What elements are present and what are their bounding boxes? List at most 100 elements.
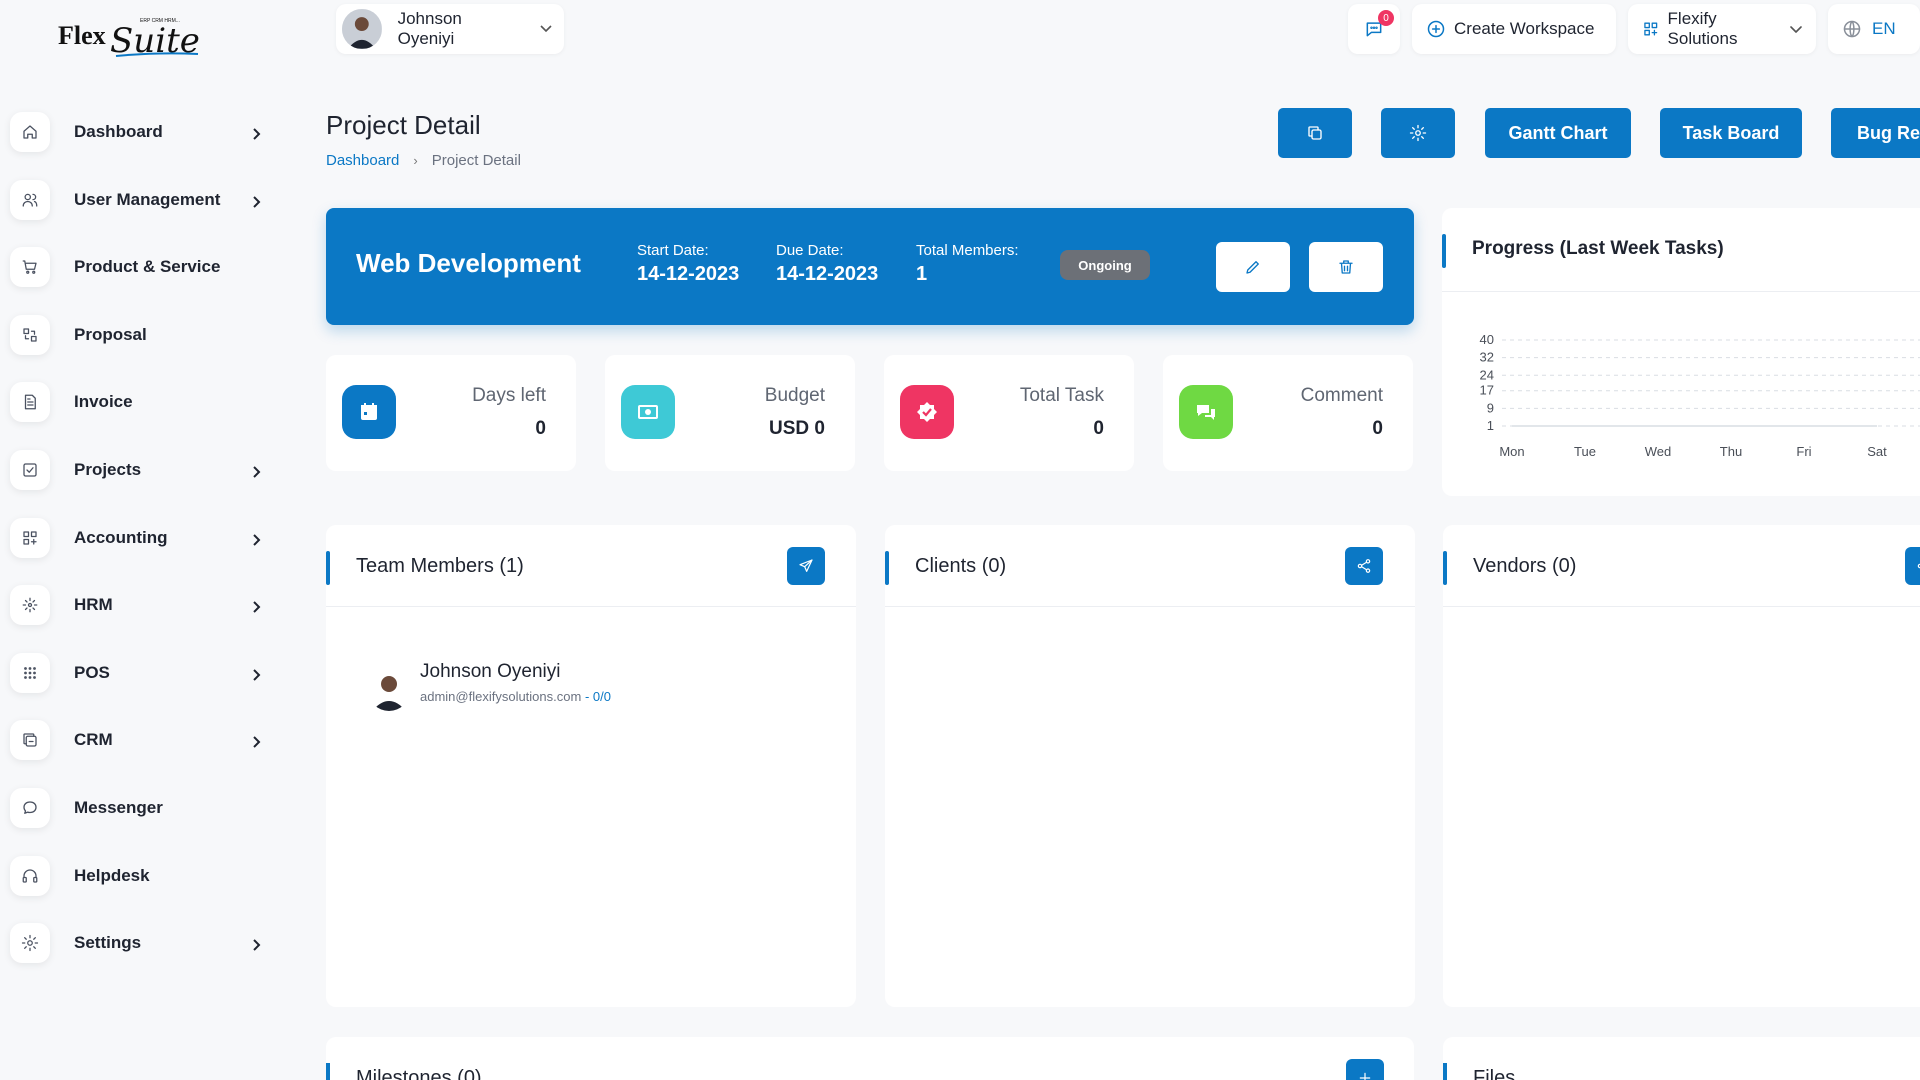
- sidebar-item-proposal[interactable]: Proposal: [10, 311, 270, 359]
- svg-text:ERP CRM HRM...: ERP CRM HRM...: [140, 18, 180, 24]
- cart-icon: [10, 247, 50, 288]
- project-name: Web Development: [356, 248, 581, 278]
- copy-project-button[interactable]: [1278, 108, 1352, 158]
- due-date-label: Due Date:: [776, 242, 844, 259]
- x-tick-label: Fri: [1796, 444, 1811, 459]
- team-members-card: Team Members (1) Johnson Oyeniyi admin@f…: [326, 525, 856, 1007]
- chevron-right-icon: [252, 938, 262, 951]
- chevron-right-icon: [252, 195, 262, 208]
- y-tick-label: 1: [1487, 418, 1494, 433]
- files-title: Files: [1473, 1067, 1516, 1080]
- add-milestone-button[interactable]: [1346, 1059, 1384, 1080]
- total-task-card: Total Task 0: [884, 355, 1134, 471]
- chevron-right-icon: [252, 600, 262, 613]
- member-separator: -: [581, 689, 593, 704]
- plus-circle-icon: [1427, 20, 1445, 38]
- y-tick-label: 24: [1480, 367, 1494, 382]
- y-tick-label: 9: [1487, 400, 1494, 415]
- start-date-value: 14-12-2023: [637, 263, 740, 285]
- copy-icon: [1308, 126, 1322, 140]
- apps-icon: [1644, 22, 1658, 36]
- project-settings-button[interactable]: [1381, 108, 1455, 158]
- sidebar-item-projects[interactable]: Projects: [10, 446, 270, 494]
- stat-value: 0: [1093, 418, 1104, 439]
- share-vendors-button[interactable]: [1905, 547, 1920, 585]
- member-email: admin@flexifysolutions.com: [420, 689, 582, 704]
- x-tick-label: Tue: [1574, 444, 1596, 459]
- sidebar-item-user-management[interactable]: User Management: [10, 176, 270, 224]
- milestones-title: Milestones (0): [356, 1067, 482, 1080]
- member-name: Johnson Oyeniyi: [420, 661, 561, 682]
- chevron-right-icon: [252, 735, 262, 749]
- stat-value: 0: [1372, 418, 1383, 439]
- delete-project-button[interactable]: [1309, 242, 1383, 292]
- breadcrumb-current: Project Detail: [431, 152, 521, 169]
- chevron-down-icon: [540, 20, 552, 38]
- chevron-down-icon: [1790, 19, 1802, 39]
- sidebar-item-helpdesk[interactable]: Helpdesk: [10, 852, 270, 900]
- chevron-right-icon: [252, 533, 262, 546]
- send-icon: [799, 559, 813, 572]
- task-board-button[interactable]: Task Board: [1660, 108, 1802, 158]
- invoice-icon: [10, 382, 50, 423]
- progress-card: Progress (Last Week Tasks) 40 32 24 17 9 1 Mon…: [1442, 208, 1920, 496]
- progress-line-chart: 40 32 2417 9 1 Mon Tue Wed Thu Fri Sat: [1480, 332, 1920, 459]
- create-workspace-button[interactable]: Create Workspace: [1412, 4, 1616, 54]
- due-date-value: 14-12-2023: [776, 263, 879, 285]
- calendar-icon: [342, 385, 396, 439]
- clients-card: Clients (0): [885, 525, 1415, 1007]
- pencil-icon: [1246, 261, 1259, 274]
- milestones-card: Milestones (0): [326, 1037, 1414, 1080]
- create-workspace-label: Create Workspace: [1454, 19, 1595, 38]
- invite-member-button[interactable]: [787, 547, 825, 585]
- check-icon: [900, 385, 954, 439]
- sidebar-item-crm[interactable]: CRM: [10, 716, 270, 764]
- workspace-selector[interactable]: Flexify Solutions: [1628, 4, 1816, 54]
- avatar: [342, 9, 382, 49]
- x-tick-label: Sat: [1867, 444, 1887, 459]
- stat-value: USD 0: [769, 418, 825, 439]
- breadcrumb: Dashboard › Project Detail: [326, 152, 521, 169]
- budget-card: Budget USD 0: [605, 355, 855, 471]
- sidebar-item-label: Product & Service: [74, 257, 221, 277]
- money-icon: [621, 385, 675, 439]
- messages-button[interactable]: 0: [1348, 4, 1400, 54]
- sidebar-item-label: HRM: [74, 595, 113, 615]
- sidebar-item-pos[interactable]: POS: [10, 649, 270, 697]
- user-menu[interactable]: Johnson Oyeniyi: [336, 4, 564, 54]
- y-tick-label: 40: [1480, 332, 1494, 347]
- checkbox-icon: [10, 450, 50, 490]
- proposal-icon: [10, 314, 50, 355]
- list-item: Johnson Oyeniyi admin@flexifysolutions.c…: [368, 661, 611, 711]
- sidebar-item-hrm[interactable]: HRM: [10, 581, 270, 629]
- stat-label: Total Task: [1019, 385, 1104, 406]
- edit-project-button[interactable]: [1216, 242, 1290, 292]
- stat-label: Comment: [1300, 385, 1383, 406]
- app-logo[interactable]: Flex Suite ERP CRM HRM...: [58, 12, 208, 62]
- total-members-value: 1: [916, 263, 928, 285]
- home-icon: [10, 112, 50, 152]
- breadcrumb-dashboard-link[interactable]: Dashboard: [326, 152, 399, 169]
- x-tick-label: Wed: [1645, 444, 1672, 459]
- sidebar-item-accounting[interactable]: Accounting: [10, 514, 270, 562]
- crm-icon: [10, 720, 50, 761]
- sidebar-item-label: Helpdesk: [74, 865, 150, 885]
- headset-icon: [10, 855, 50, 896]
- sidebar-item-product-service[interactable]: Product & Service: [10, 243, 270, 291]
- sidebar-item-settings[interactable]: Settings: [10, 919, 270, 967]
- share-clients-button[interactable]: [1345, 547, 1383, 585]
- sidebar-item-invoice[interactable]: Invoice: [10, 378, 270, 426]
- gantt-chart-button[interactable]: Gantt Chart: [1485, 108, 1631, 158]
- bug-report-button[interactable]: Bug Report: [1831, 108, 1920, 158]
- sidebar-item-messenger[interactable]: Messenger: [10, 784, 270, 832]
- page-title: Project Detail: [326, 110, 481, 140]
- chevron-right-icon: [252, 465, 262, 478]
- sidebar-item-dashboard[interactable]: Dashboard: [10, 108, 270, 156]
- sidebar-item-label: POS: [74, 662, 110, 682]
- notification-badge: 0: [1378, 10, 1394, 26]
- chevron-right-icon: [252, 127, 262, 140]
- sidebar-item-label: Messenger: [74, 798, 163, 817]
- language-selector[interactable]: EN: [1828, 4, 1920, 54]
- vendors-title: Vendors (0): [1473, 555, 1577, 577]
- sidebar-item-label: Settings: [74, 933, 142, 953]
